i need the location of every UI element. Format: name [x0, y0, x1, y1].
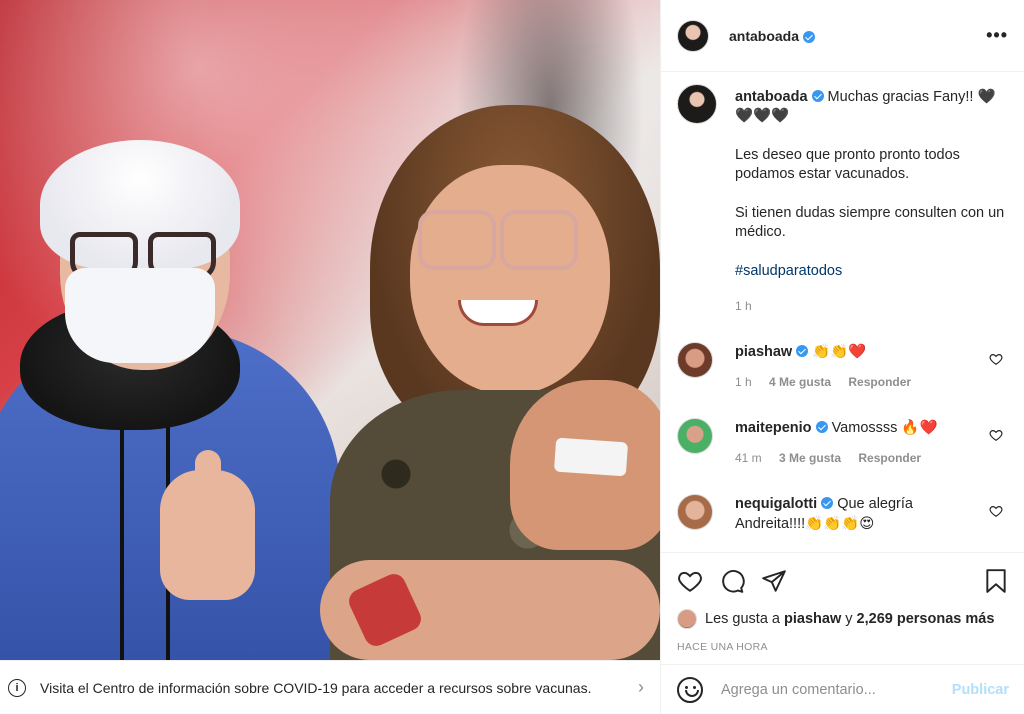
caption-first-line: antaboada Muchas gracias Fany!! 🖤 🖤🖤🖤	[735, 88, 1005, 126]
woman-glasses-left	[418, 210, 496, 270]
likes-count[interactable]: 2,269 personas más	[857, 611, 995, 627]
publish-button[interactable]: Publicar	[952, 682, 1009, 698]
commenter-avatar[interactable]	[677, 494, 713, 530]
like-comment-heart-icon[interactable]	[989, 504, 1003, 518]
comment-time[interactable]: 1 h	[735, 375, 752, 389]
commenter-username[interactable]: piashaw	[735, 344, 792, 360]
comment-input[interactable]	[721, 681, 952, 698]
commenter-avatar[interactable]	[677, 418, 713, 454]
covid-banner-text: Visita el Centro de información sobre CO…	[40, 679, 592, 696]
comment-item: maitepenio Vamossss 🔥❤️ 41 m 3 Me gusta …	[677, 418, 1009, 468]
likes-summary: Les gusta a piashaw y 2,269 personas más	[677, 609, 1009, 629]
caption-hashtag[interactable]: #saludparatodos	[735, 262, 1005, 281]
comments-list[interactable]: antaboada Muchas gracias Fany!! 🖤 🖤🖤🖤 Le…	[661, 72, 1024, 552]
comment-likes[interactable]: 3 Me gusta	[779, 451, 841, 465]
chevron-right-icon: ›	[638, 677, 644, 697]
comment-bubble-icon[interactable]	[719, 568, 745, 594]
info-icon: i	[8, 678, 26, 697]
verified-badge-icon	[796, 345, 809, 357]
comment-item: nequigalotti Que alegría Andreita!!!!👏👏👏…	[677, 494, 1009, 534]
emoji-smiley-icon[interactable]	[677, 676, 703, 703]
commenter-username[interactable]: maitepenio	[735, 420, 812, 436]
comment-reply-button[interactable]: Responder	[858, 451, 921, 465]
comment-time[interactable]: 41 m	[735, 451, 762, 465]
caption-paragraph: Si tienen dudas siempre consulten con un…	[735, 205, 1005, 240]
caption-author[interactable]: antaboada	[735, 89, 808, 105]
verified-badge-icon	[811, 90, 824, 102]
post-time-ago[interactable]: HACE UNA HORA	[677, 641, 1009, 653]
verified-badge-icon	[821, 497, 834, 509]
thumb-hand	[160, 470, 255, 600]
post-actions: Les gusta a piashaw y 2,269 personas más…	[661, 552, 1024, 653]
comment-meta: 41 m 3 Me gusta Responder	[735, 448, 975, 468]
like-comment-heart-icon[interactable]	[989, 428, 1003, 442]
author-avatar[interactable]	[677, 19, 709, 52]
save-bookmark-icon[interactable]	[983, 568, 1009, 594]
comment-reply-button[interactable]: Responder	[848, 375, 911, 389]
likes-connector: y	[845, 611, 853, 627]
commenter-username[interactable]: nequigalotti	[735, 496, 817, 512]
nurse-mask	[65, 268, 215, 363]
woman-glasses-right	[500, 210, 578, 270]
comment-item: piashaw 👏👏❤️ 1 h 4 Me gusta Responder	[677, 342, 1009, 392]
covid-info-banner[interactable]: i Visita el Centro de información sobre …	[0, 660, 660, 714]
post-caption: antaboada Muchas gracias Fany!! 🖤 🖤🖤🖤 Le…	[677, 84, 1009, 316]
comment-text: 👏👏❤️	[812, 344, 867, 360]
vaccine-bandage	[553, 437, 629, 477]
liker-username[interactable]: piashaw	[784, 611, 841, 627]
post-photo[interactable]	[0, 0, 660, 660]
verified-badge-icon	[815, 421, 828, 433]
caption-author-avatar[interactable]	[677, 84, 717, 124]
share-paper-plane-icon[interactable]	[761, 568, 787, 594]
post-side-panel: antaboada ••• antaboada Muchas gracias F…	[660, 0, 1024, 714]
likes-prefix: Les gusta a	[705, 611, 780, 627]
liker-avatar[interactable]	[677, 609, 697, 629]
verified-badge-icon	[803, 30, 816, 43]
comment-likes[interactable]: 4 Me gusta	[769, 375, 831, 389]
caption-paragraph: Les deseo que pronto pronto todos podamo…	[735, 147, 960, 182]
comment-meta: 1 h 4 Me gusta Responder	[735, 372, 975, 392]
caption-time: 1 h	[735, 299, 752, 313]
woman-face	[410, 165, 610, 395]
commenter-avatar[interactable]	[677, 342, 713, 378]
comment-text: Vamossss 🔥❤️	[831, 420, 938, 436]
like-comment-heart-icon[interactable]	[989, 352, 1003, 366]
more-options-icon[interactable]: •••	[986, 25, 1008, 46]
author-username[interactable]: antaboada	[729, 28, 799, 44]
post-header: antaboada •••	[661, 0, 1024, 72]
add-comment-bar: Publicar	[661, 664, 1024, 714]
like-heart-icon[interactable]	[677, 568, 703, 594]
